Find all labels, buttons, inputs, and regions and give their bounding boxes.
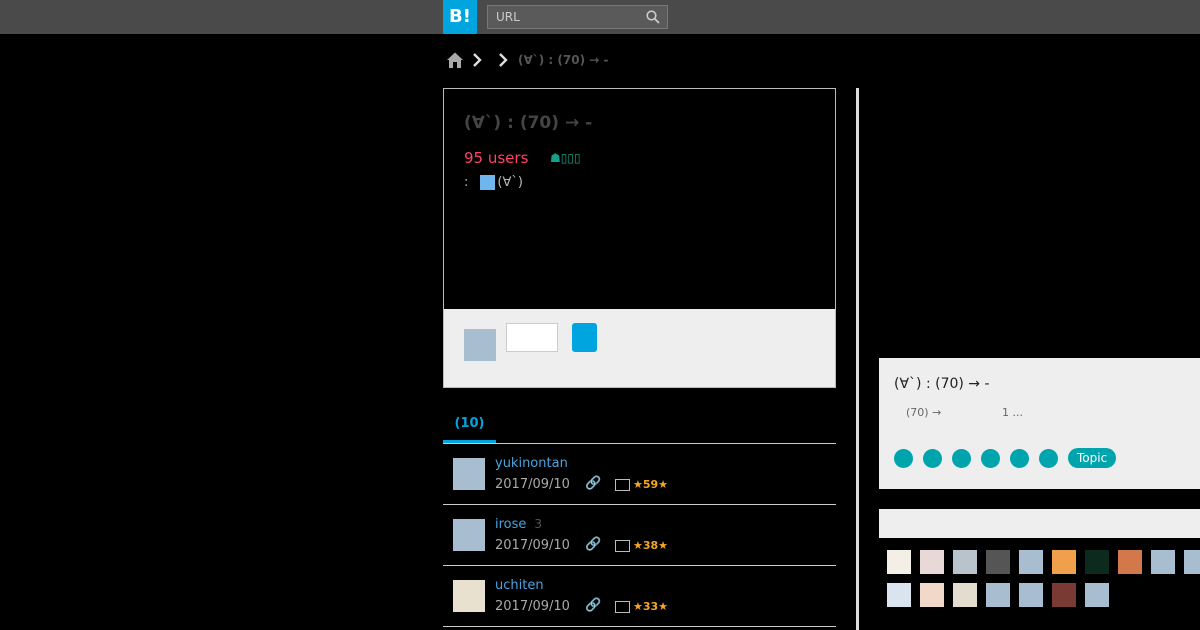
username-link[interactable]: uchiten (495, 578, 544, 593)
star-area[interactable]: ★59★ (615, 478, 668, 491)
related-subtitle-2: 1 ... (1002, 406, 1023, 419)
breadcrumb-current: (∀`) : (70) → - (518, 53, 609, 67)
avatar[interactable] (1151, 550, 1175, 574)
avatar[interactable] (953, 550, 977, 574)
top-bar: B! (0, 0, 1200, 34)
avatar (464, 329, 496, 361)
section-header (879, 509, 1200, 538)
avatar[interactable] (453, 519, 485, 551)
avatar[interactable] (453, 580, 485, 612)
star-area[interactable]: ★38★ (615, 539, 668, 552)
search-input[interactable] (488, 6, 654, 28)
topic-button[interactable]: Topic (1068, 448, 1117, 468)
star-count: ★38★ (633, 539, 669, 552)
category-dot[interactable] (1039, 448, 1058, 468)
avatar[interactable] (1085, 583, 1109, 607)
avatar[interactable] (1052, 550, 1076, 574)
category-dot[interactable] (981, 448, 1000, 468)
via-prefix: : (464, 175, 469, 190)
comment-input[interactable] (506, 323, 558, 352)
tab-comments[interactable]: (10) (443, 410, 496, 443)
avatar[interactable] (920, 583, 944, 607)
username-link[interactable]: irose 3 (495, 517, 542, 532)
avatar[interactable] (920, 550, 944, 574)
avatar[interactable] (1118, 550, 1142, 574)
bookmark-list: yukinontan 2017/09/10 🔗 ★59★ irose 3 2017… (443, 444, 836, 627)
list-item: irose 3 2017/09/10 🔗 ★38★ (443, 505, 836, 566)
star-area[interactable]: ★33★ (615, 600, 668, 613)
users-count[interactable]: 95 users (464, 149, 528, 167)
add-star-icon[interactable] (615, 539, 630, 552)
avatar[interactable] (453, 458, 485, 490)
category-dot[interactable] (894, 448, 913, 468)
home-icon[interactable] (446, 51, 464, 69)
via-site: : (∀`) (464, 175, 523, 190)
add-star-icon[interactable] (615, 600, 630, 613)
comment-area (444, 309, 835, 387)
entry-title[interactable]: (∀`) : (70) → - (464, 113, 592, 133)
avatar[interactable] (953, 583, 977, 607)
avatar[interactable] (887, 550, 911, 574)
list-item: uchiten 2017/09/10 🔗 ★33★ (443, 566, 836, 627)
category-dot[interactable] (1010, 448, 1029, 468)
category-dots: Topic (894, 448, 1117, 468)
category-dot[interactable] (923, 448, 942, 468)
add-star-icon[interactable] (615, 478, 630, 491)
avatar[interactable] (1085, 550, 1109, 574)
hatena-logo[interactable]: B! (443, 0, 477, 34)
search-icon[interactable] (646, 10, 660, 24)
avatar[interactable] (1019, 550, 1043, 574)
search-box[interactable] (487, 5, 668, 29)
related-entry: (∀`) : (70) → - (70) → 1 ... Topic (879, 358, 1200, 489)
star-count: ★59★ (633, 478, 669, 491)
link-icon[interactable]: 🔗 (585, 476, 601, 491)
avatar[interactable] (1052, 583, 1076, 607)
avatar[interactable] (1184, 550, 1200, 574)
chevron-right-icon (499, 53, 508, 67)
avatar[interactable] (986, 550, 1010, 574)
avatar[interactable] (1019, 583, 1043, 607)
via-site-name[interactable]: (∀`) (497, 175, 523, 190)
site-favicon-icon (480, 175, 496, 190)
related-title[interactable]: (∀`) : (70) → - (894, 376, 990, 392)
link-icon[interactable]: 🔗 (585, 598, 601, 613)
avatar[interactable] (887, 583, 911, 607)
list-item: yukinontan 2017/09/10 🔗 ★59★ (443, 444, 836, 505)
chevron-right-icon (473, 53, 482, 67)
bookmark-date: 2017/09/10 (495, 599, 570, 614)
username-link[interactable]: yukinontan (495, 456, 568, 471)
avatar[interactable] (986, 583, 1010, 607)
breadcrumb: (∀`) : (70) → - (446, 48, 608, 72)
comment-count: 3 (534, 517, 543, 531)
category-dot[interactable] (952, 448, 971, 468)
turtle-badge: ☗▯▯▯ (550, 151, 581, 165)
entry-card: (∀`) : (70) → - 95 users ☗▯▯▯ : (∀`) (443, 88, 836, 388)
bookmark-date: 2017/09/10 (495, 477, 570, 492)
column-divider (856, 88, 859, 630)
star-count: ★33★ (633, 600, 669, 613)
link-icon[interactable]: 🔗 (585, 537, 601, 552)
bookmark-button[interactable] (572, 323, 597, 352)
related-subtitle: (70) → (906, 406, 942, 419)
bookmark-date: 2017/09/10 (495, 538, 570, 553)
